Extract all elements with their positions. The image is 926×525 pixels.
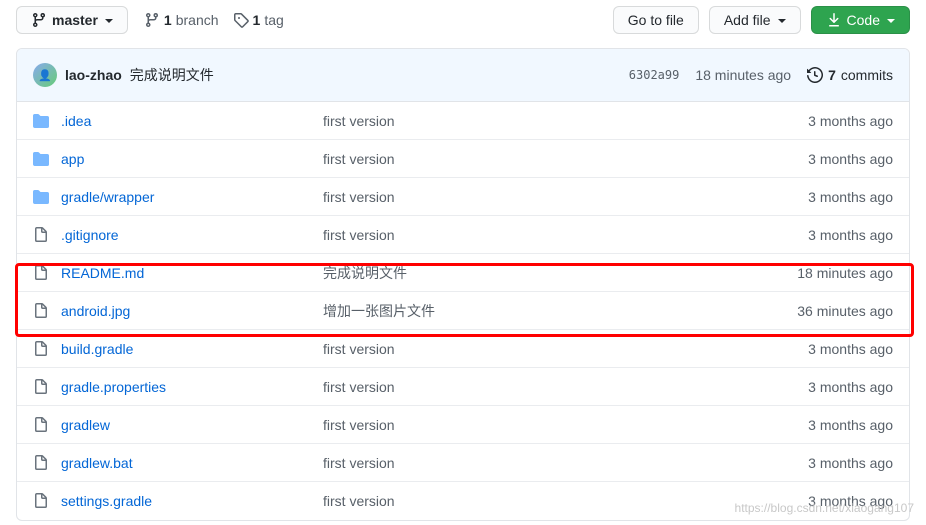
file-commit-message[interactable]: 增加一张图片文件 — [323, 301, 785, 321]
file-row: settings.gradle first version 3 months ago — [17, 482, 909, 520]
history-icon — [807, 67, 823, 83]
branch-word: branch — [176, 12, 219, 28]
commits-count: 7 — [828, 67, 836, 83]
file-commit-message[interactable]: first version — [323, 493, 796, 509]
file-row: README.md 完成说明文件 18 minutes ago — [17, 254, 909, 292]
file-name-link[interactable]: .idea — [61, 113, 311, 129]
file-row: gradlew first version 3 months ago — [17, 406, 909, 444]
file-row: gradlew.bat first version 3 months ago — [17, 444, 909, 482]
file-name-link[interactable]: build.gradle — [61, 341, 311, 357]
file-time: 3 months ago — [808, 113, 893, 129]
repo-toolbar: master 1 branch 1 tag Go to file Add fil… — [2, 2, 924, 48]
code-download-button[interactable]: Code — [811, 6, 910, 34]
file-icon — [33, 227, 49, 243]
go-to-file-button[interactable]: Go to file — [613, 6, 699, 34]
file-commit-message[interactable]: first version — [323, 341, 796, 357]
file-listing-box: 👤 lao-zhao 完成说明文件 6302a99 18 minutes ago… — [16, 48, 910, 521]
file-commit-message[interactable]: first version — [323, 151, 796, 167]
file-row: .gitignore first version 3 months ago — [17, 216, 909, 254]
latest-commit-header: 👤 lao-zhao 完成说明文件 6302a99 18 minutes ago… — [17, 49, 909, 102]
file-time: 3 months ago — [808, 455, 893, 471]
file-icon — [33, 379, 49, 395]
file-commit-message[interactable]: first version — [323, 227, 796, 243]
file-row: app first version 3 months ago — [17, 140, 909, 178]
folder-icon — [33, 189, 49, 205]
chevron-down-icon — [885, 12, 895, 28]
branch-count: 1 — [164, 12, 172, 28]
file-commit-message[interactable]: first version — [323, 113, 796, 129]
file-name-link[interactable]: .gitignore — [61, 227, 311, 243]
file-time: 3 months ago — [808, 379, 893, 395]
file-name-link[interactable]: settings.gradle — [61, 493, 311, 509]
file-time: 3 months ago — [808, 189, 893, 205]
file-time: 3 months ago — [808, 341, 893, 357]
file-row: android.jpg 增加一张图片文件 36 minutes ago — [17, 292, 909, 330]
file-row: gradle/wrapper first version 3 months ago — [17, 178, 909, 216]
file-icon — [33, 265, 49, 281]
tag-word: tag — [264, 12, 283, 28]
file-name-link[interactable]: android.jpg — [61, 303, 311, 319]
file-icon — [33, 303, 49, 319]
commit-time: 18 minutes ago — [695, 67, 791, 83]
file-icon — [33, 455, 49, 471]
git-branch-icon — [144, 12, 160, 28]
file-row: gradle.properties first version 3 months a… — [17, 368, 909, 406]
file-commit-message[interactable]: first version — [323, 189, 796, 205]
file-name-link[interactable]: README.md — [61, 265, 311, 281]
file-name-link[interactable]: gradlew — [61, 417, 311, 433]
file-commit-message[interactable]: 完成说明文件 — [323, 263, 785, 283]
code-label: Code — [847, 12, 880, 28]
folder-icon — [33, 151, 49, 167]
branch-tag-stats: 1 branch 1 tag — [144, 12, 284, 28]
file-time: 3 months ago — [808, 417, 893, 433]
file-icon — [33, 341, 49, 357]
avatar[interactable]: 👤 — [33, 63, 57, 87]
branches-link[interactable]: 1 branch — [144, 12, 219, 28]
folder-icon — [33, 113, 49, 129]
go-to-file-label: Go to file — [628, 12, 684, 28]
commit-author[interactable]: lao-zhao — [65, 67, 122, 83]
file-commit-message[interactable]: first version — [323, 417, 796, 433]
file-time: 3 months ago — [808, 227, 893, 243]
file-time: 3 months ago — [808, 151, 893, 167]
chevron-down-icon — [103, 12, 113, 28]
tag-icon — [233, 12, 249, 28]
file-row: build.gradle first version 3 months ago — [17, 330, 909, 368]
file-name-link[interactable]: gradlew.bat — [61, 455, 311, 471]
commits-link[interactable]: 7 commits — [807, 67, 893, 83]
file-icon — [33, 417, 49, 433]
tags-link[interactable]: 1 tag — [233, 12, 284, 28]
file-name-link[interactable]: gradle.properties — [61, 379, 311, 395]
file-commit-message[interactable]: first version — [323, 455, 796, 471]
commit-sha[interactable]: 6302a99 — [629, 68, 680, 82]
git-branch-icon — [31, 12, 47, 28]
file-name-link[interactable]: gradle/wrapper — [61, 189, 311, 205]
branch-select-button[interactable]: master — [16, 6, 128, 34]
file-name-link[interactable]: app — [61, 151, 311, 167]
file-commit-message[interactable]: first version — [323, 379, 796, 395]
commits-word: commits — [841, 67, 893, 83]
branch-name: master — [52, 12, 98, 28]
file-time: 18 minutes ago — [797, 265, 893, 281]
tag-count: 1 — [253, 12, 261, 28]
file-time: 36 minutes ago — [797, 303, 893, 319]
add-file-label: Add file — [724, 12, 771, 28]
commit-message[interactable]: 完成说明文件 — [130, 65, 214, 85]
download-icon — [826, 12, 842, 28]
add-file-button[interactable]: Add file — [709, 6, 801, 34]
file-icon — [33, 493, 49, 509]
chevron-down-icon — [776, 12, 786, 28]
file-time: 3 months ago — [808, 493, 893, 509]
file-row: .idea first version 3 months ago — [17, 102, 909, 140]
